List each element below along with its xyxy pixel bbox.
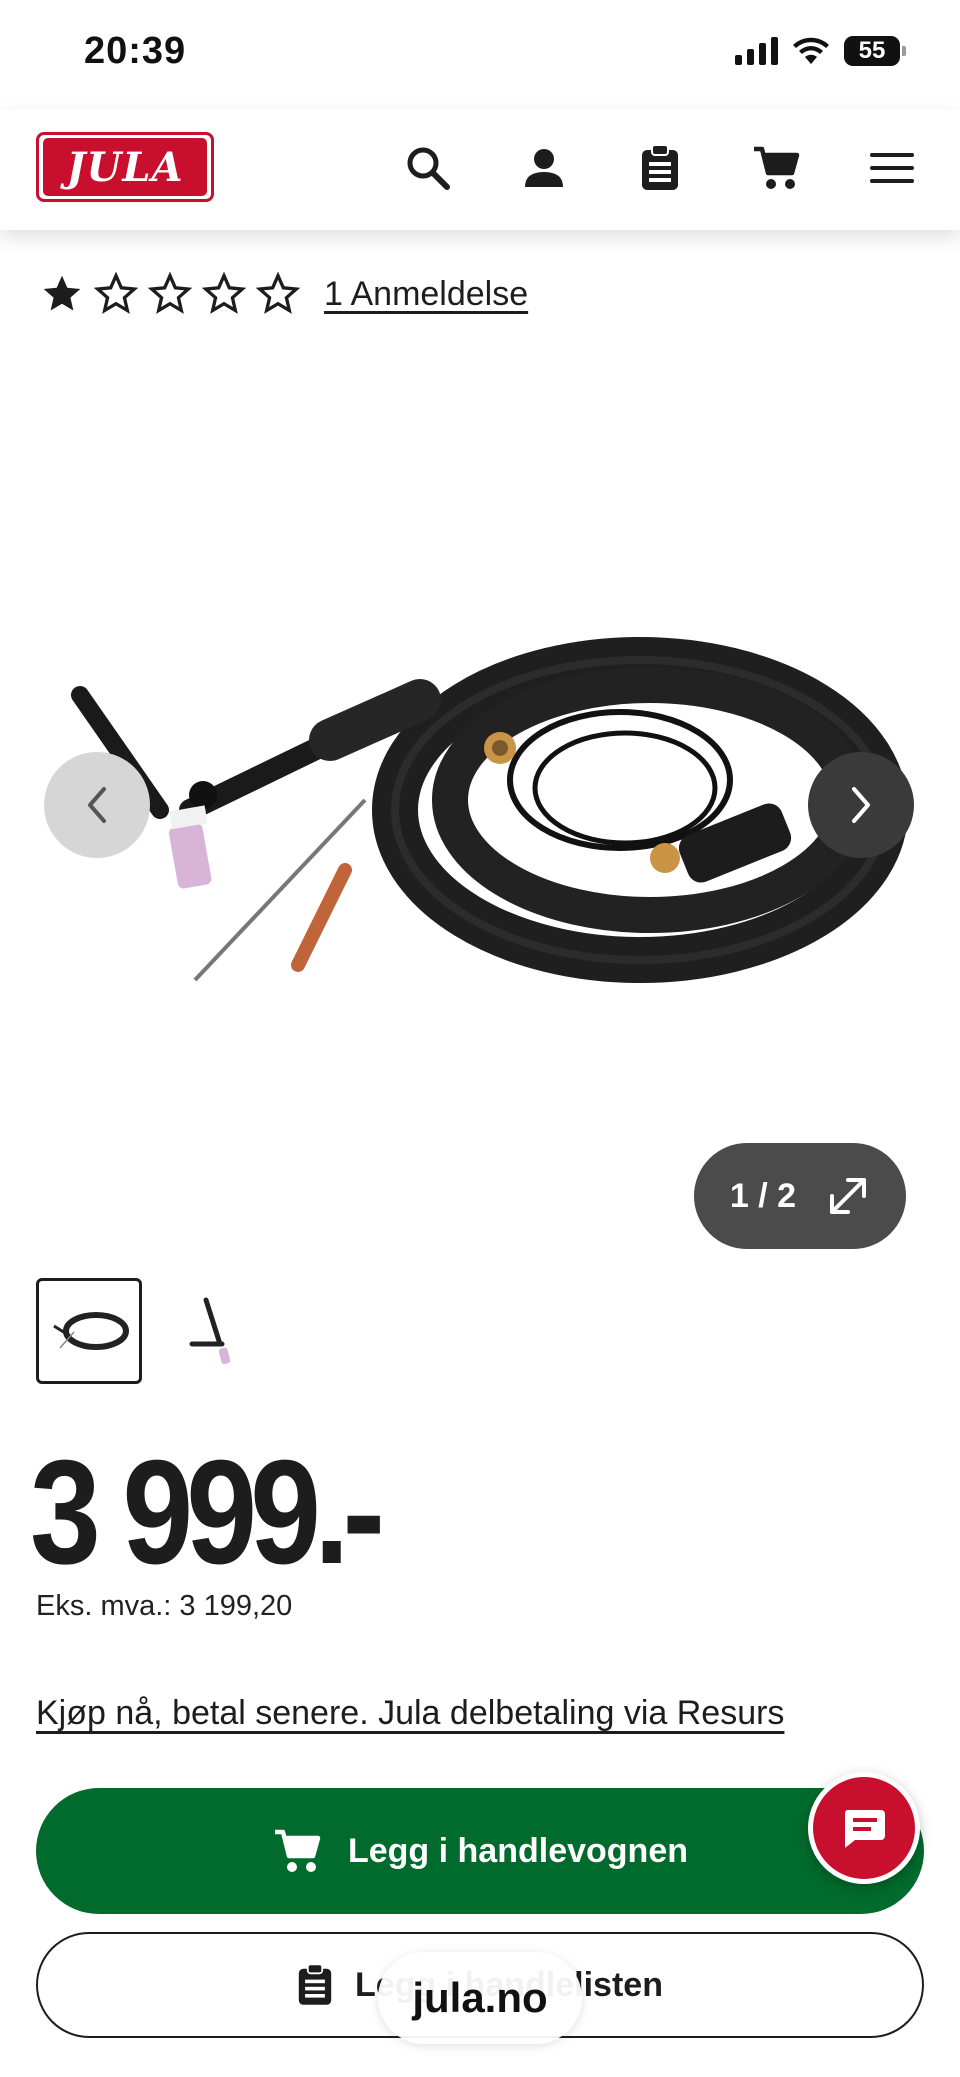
chevron-left-icon — [88, 787, 106, 823]
chevron-right-icon — [852, 787, 870, 823]
cart-icon — [274, 1829, 321, 1872]
wifi-icon — [793, 37, 829, 64]
cart-button[interactable] — [748, 140, 804, 196]
logo-badge: JULA — [43, 138, 207, 196]
status-time: 20:39 — [84, 30, 187, 72]
clipboard-icon — [642, 144, 678, 190]
status-icons: 55 — [735, 36, 906, 66]
browser-url-pill[interactable]: jula.no — [378, 1952, 582, 2044]
financing-link[interactable]: Kjøp nå, betal senere. Jula delbetaling … — [36, 1694, 784, 1733]
star-filled-icon — [43, 275, 81, 311]
logo-text: JULA — [66, 143, 184, 191]
product-price: 3 999.- — [30, 1430, 385, 1595]
jula-logo[interactable]: JULA — [36, 132, 214, 202]
thumbnail-2[interactable] — [166, 1278, 272, 1384]
add-to-cart-button[interactable]: Legg i handlevognen — [36, 1788, 924, 1914]
status-bar: 20:39 55 — [0, 0, 960, 110]
chat-icon — [844, 1810, 885, 1848]
thumbnail-1[interactable] — [36, 1278, 142, 1384]
star-empty-icon — [94, 272, 138, 314]
battery-level: 55 — [858, 37, 886, 64]
add-to-cart-label: Legg i handlevognen — [347, 1831, 689, 1870]
star-empty-icon — [148, 272, 192, 314]
clipboard-icon — [298, 1963, 332, 2005]
menu-button[interactable] — [864, 140, 920, 196]
thumbnail-hose-image — [53, 1312, 129, 1350]
chat-button[interactable] — [808, 1772, 920, 1884]
product-rating: 1 Anmeldelse — [40, 272, 528, 316]
price-ex-vat: Eks. mva.: 3 199,20 — [36, 1590, 293, 1622]
star-empty-icon — [202, 272, 246, 314]
expand-icon — [830, 1178, 867, 1214]
site-header: JULA — [0, 110, 960, 230]
search-icon — [407, 147, 450, 190]
image-counter: 1 / 2 — [729, 1176, 797, 1215]
next-image-button[interactable] — [808, 752, 914, 858]
previous-image-button[interactable] — [44, 752, 150, 858]
menu-icon — [870, 153, 914, 183]
signal-icon — [735, 37, 778, 65]
user-icon — [525, 149, 563, 187]
shopping-list-button[interactable] — [632, 140, 688, 196]
account-button[interactable] — [516, 140, 572, 196]
search-button[interactable] — [400, 140, 456, 196]
cart-icon — [754, 146, 800, 189]
battery-icon: 55 — [844, 36, 906, 66]
image-counter-button[interactable]: 1 / 2 — [694, 1143, 906, 1249]
browser-url: jula.no — [412, 1974, 548, 2021]
header-actions — [400, 140, 920, 196]
thumbnail-torch-image — [189, 1297, 231, 1365]
star-empty-icon — [256, 272, 300, 314]
reviews-link[interactable]: 1 Anmeldelse — [324, 275, 528, 314]
product-gallery: 1 / 2 — [0, 340, 960, 1260]
